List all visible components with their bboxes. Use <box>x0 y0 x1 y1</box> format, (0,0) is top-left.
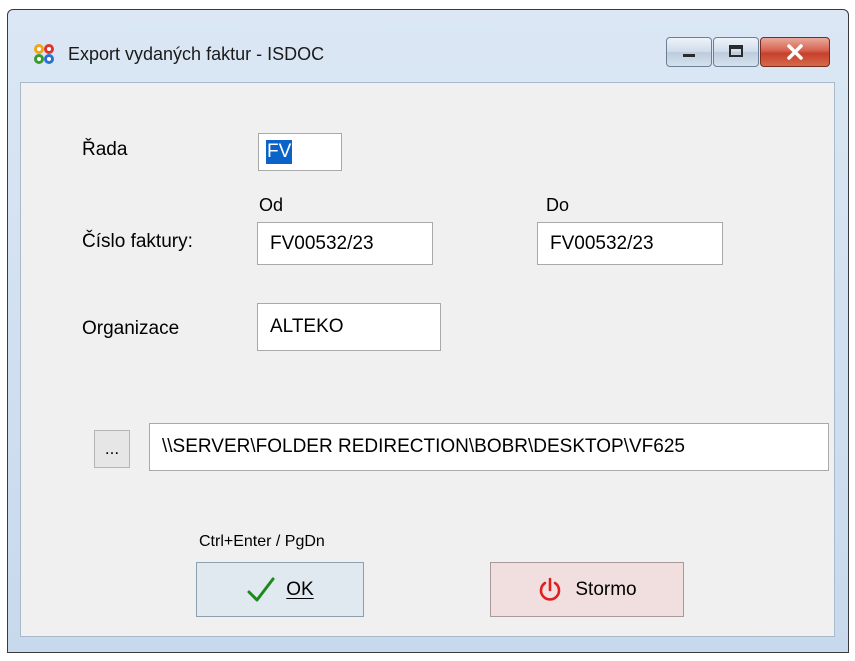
title-bar[interactable]: Export vydaných faktur - ISDOC <box>8 10 848 82</box>
window-title: Export vydaných faktur - ISDOC <box>68 44 325 64</box>
minimize-icon <box>683 54 695 57</box>
dialog-content: Řada FV Od Do Číslo faktury: FV00532/23 … <box>20 82 835 637</box>
close-button[interactable] <box>760 37 830 67</box>
rada-value: FV <box>266 140 293 164</box>
shortcut-hint: Ctrl+Enter / PgDn <box>199 533 325 550</box>
maximize-icon <box>729 45 743 57</box>
ok-label: OK <box>286 578 314 600</box>
cancel-button[interactable]: Stormo <box>490 562 684 617</box>
cislo-do-input[interactable]: FV00532/23 <box>537 222 723 265</box>
cancel-label: Stormo <box>575 578 637 600</box>
cislo-faktury-label: Číslo faktury: <box>82 231 193 252</box>
close-icon <box>787 44 803 60</box>
organizace-input[interactable]: ALTEKO <box>257 303 441 351</box>
cislo-od-input[interactable]: FV00532/23 <box>257 222 433 265</box>
browse-button[interactable]: ... <box>94 430 130 468</box>
power-icon <box>540 577 561 601</box>
app-gears-icon <box>34 44 54 64</box>
rada-input[interactable]: FV <box>258 133 342 171</box>
od-label: Od <box>259 195 284 215</box>
minimize-button[interactable] <box>666 37 712 67</box>
ok-button[interactable]: OK <box>196 562 364 617</box>
checkmark-icon <box>247 577 275 601</box>
export-dialog-window: Export vydaných faktur - ISDOC Řada FV O… <box>7 9 849 653</box>
path-input[interactable]: \\SERVER\FOLDER REDIRECTION\BOBR\DESKTOP… <box>149 423 829 471</box>
organizace-label: Organizace <box>82 318 180 339</box>
rada-label: Řada <box>82 139 128 160</box>
do-label: Do <box>546 195 570 215</box>
maximize-button[interactable] <box>713 37 759 67</box>
